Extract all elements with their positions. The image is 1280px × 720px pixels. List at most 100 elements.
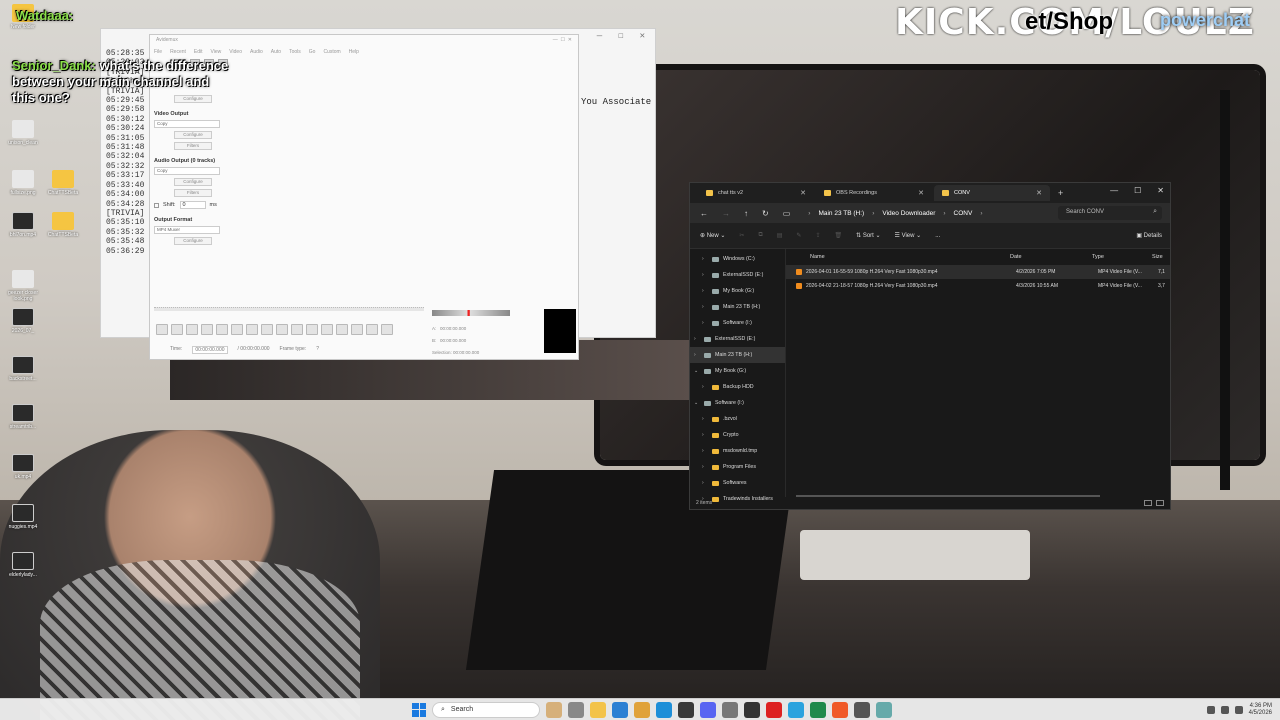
network-icon[interactable] (1220, 705, 1229, 714)
menu-item[interactable]: Custom (323, 49, 340, 59)
video-configure-button[interactable]: Configure (174, 131, 212, 139)
desktop-icon[interactable]: bhl7on.mp4 (4, 212, 42, 238)
menu-item[interactable]: Tools (289, 49, 301, 59)
breadcrumb-item[interactable]: Video Downloader (882, 210, 935, 217)
tree-item[interactable]: ⌄ Software (I:) (690, 395, 785, 411)
menu-item[interactable]: Auto (271, 49, 281, 59)
new-button[interactable]: ⊕ New ⌄ (700, 232, 725, 239)
goto-first-frame-icon[interactable] (336, 324, 348, 335)
file-row[interactable]: 2026-04-02 21-18-57 1080p H.264 Very Fas… (786, 279, 1170, 293)
avidemux-titlebar[interactable]: Avidemux — ☐ ✕ (150, 35, 578, 49)
tree-item[interactable]: › My Book (G:) (690, 283, 785, 299)
desktop-icon[interactable]: elderlylady... (4, 552, 42, 578)
close-icon[interactable]: ✕ (800, 189, 806, 197)
shift-checkbox[interactable] (154, 202, 159, 208)
timeline-slider[interactable] (154, 307, 424, 311)
close-icon[interactable]: ✕ (1157, 186, 1164, 195)
up-icon[interactable]: ↑ (744, 209, 748, 218)
desktop-icon[interactable]: 2026_07_ (4, 308, 42, 334)
tree-item[interactable]: › Main 23 TB (H:) (690, 347, 785, 363)
clock[interactable]: 4:36 PM 4/5/2026 (1249, 703, 1272, 717)
tree-item[interactable]: › Main 23 TB (H:) (690, 299, 785, 315)
column-date[interactable]: Date (1010, 254, 1092, 260)
audio-configure-button[interactable]: Configure (174, 178, 212, 186)
time-input[interactable]: 00:00:00.000 (192, 346, 228, 354)
breadcrumb-item[interactable]: CONV (954, 210, 973, 217)
desktop-icon[interactable]: streamtrib... (4, 404, 42, 430)
minimize-icon[interactable]: — (1110, 186, 1118, 195)
chevron-right-icon[interactable]: › (702, 288, 708, 294)
tree-item[interactable]: › .bzvol (690, 411, 785, 427)
desktop-icon[interactable]: uk.mp4 (4, 454, 42, 480)
tree-item[interactable]: › Software (I:) (690, 315, 785, 331)
notepad-icon[interactable] (876, 701, 892, 718)
details-view-icon[interactable] (1144, 500, 1152, 506)
chevron-right-icon[interactable]: › (702, 272, 708, 278)
previous-keyframe-icon[interactable] (246, 324, 258, 335)
cut-icon[interactable]: ✂ (739, 232, 744, 239)
file-explorer-window[interactable]: chat tts v2 ✕ OBS Recordings ✕ CONV ✕ + … (689, 182, 1171, 510)
next-black-frame-icon[interactable] (321, 324, 333, 335)
monitor-icon[interactable]: ▭ (783, 209, 791, 218)
settings-icon[interactable] (722, 701, 738, 718)
desktop-icon[interactable]: ChatTTSBeta (44, 170, 82, 196)
format-configure-button[interactable]: Configure (174, 237, 212, 245)
minimize-icon[interactable]: — (597, 31, 602, 45)
edge-icon[interactable] (656, 701, 672, 718)
chrome-icon[interactable] (634, 701, 650, 718)
play-icon[interactable] (156, 324, 168, 335)
tree-item[interactable]: ⌄ My Book (G:) (690, 363, 785, 379)
video-filters-button[interactable]: Filters (174, 142, 212, 150)
rename-icon[interactable]: ✎ (796, 232, 801, 239)
details-button[interactable]: ▣ Details (1136, 232, 1162, 239)
tree-item[interactable]: › Program Files (690, 459, 785, 475)
shift-input[interactable]: 0 (179, 201, 206, 209)
tray-chevron-icon[interactable] (1206, 705, 1215, 714)
breadcrumb-item[interactable]: Main 23 TB (H:) (818, 210, 864, 217)
file-row[interactable]: 2026-04-01 16-55-59 1080p H.264 Very Fas… (786, 265, 1170, 279)
chevron-down-icon[interactable]: ⌄ (694, 400, 700, 406)
tree-item[interactable]: › Crypto (690, 427, 785, 443)
column-name[interactable]: Name (810, 254, 1010, 260)
discord-icon[interactable] (700, 701, 716, 718)
goto-last-frame-icon[interactable] (351, 324, 363, 335)
delete-icon[interactable]: 🗑 (834, 232, 842, 239)
record-icon[interactable] (766, 701, 782, 718)
tree-item[interactable]: › ExternalSSD (E:) (690, 267, 785, 283)
refresh-icon[interactable]: ↻ (762, 209, 769, 218)
copy-icon[interactable]: ⧉ (758, 232, 762, 239)
tree-item[interactable]: › ExternalSSD (E:) (690, 331, 785, 347)
start-icon[interactable] (412, 702, 426, 717)
rewind-icon[interactable] (171, 324, 183, 335)
chevron-right-icon[interactable]: › (694, 352, 700, 358)
next-keyframe-icon[interactable] (261, 324, 273, 335)
share-icon[interactable]: ⇪ (815, 232, 820, 239)
maximize-icon[interactable]: ☐ (1134, 186, 1141, 195)
column-type[interactable]: Type (1092, 254, 1152, 260)
maximize-icon[interactable]: ☐ (618, 31, 623, 45)
desktop-icon[interactable]: geezer closer look.png (4, 270, 42, 302)
terminal-icon[interactable] (744, 701, 760, 718)
next-frame-icon[interactable] (216, 324, 228, 335)
video-codec-select[interactable]: Copy (154, 120, 220, 128)
column-size[interactable]: Size (1152, 254, 1163, 260)
previous-black-frame-icon[interactable] (306, 324, 318, 335)
vscode-icon[interactable] (612, 701, 628, 718)
volume-meter[interactable] (432, 310, 510, 316)
chevron-right-icon[interactable]: › (702, 432, 708, 438)
tree-item[interactable]: › Windows (C:) (690, 251, 785, 267)
volume-icon[interactable] (1234, 705, 1243, 714)
taskbar-search[interactable]: ⌕ Search (432, 701, 540, 718)
menu-item[interactable]: Help (349, 49, 359, 59)
forward-one-second-icon[interactable] (231, 324, 243, 335)
more-button[interactable]: ... (935, 233, 940, 239)
chevron-right-icon[interactable]: › (694, 336, 700, 342)
set-marker-b-icon[interactable] (291, 324, 303, 335)
chevron-right-icon[interactable]: › (702, 480, 708, 486)
window-controls[interactable]: — ☐ ✕ (553, 37, 572, 47)
tree-item[interactable]: › msdownld.tmp (690, 443, 785, 459)
tiles-view-icon[interactable] (1156, 500, 1164, 506)
desktop-icon[interactable]: unison_clean (4, 120, 42, 146)
tab-obs-recordings[interactable]: OBS Recordings ✕ (816, 185, 932, 201)
chevron-right-icon[interactable]: › (702, 384, 708, 390)
